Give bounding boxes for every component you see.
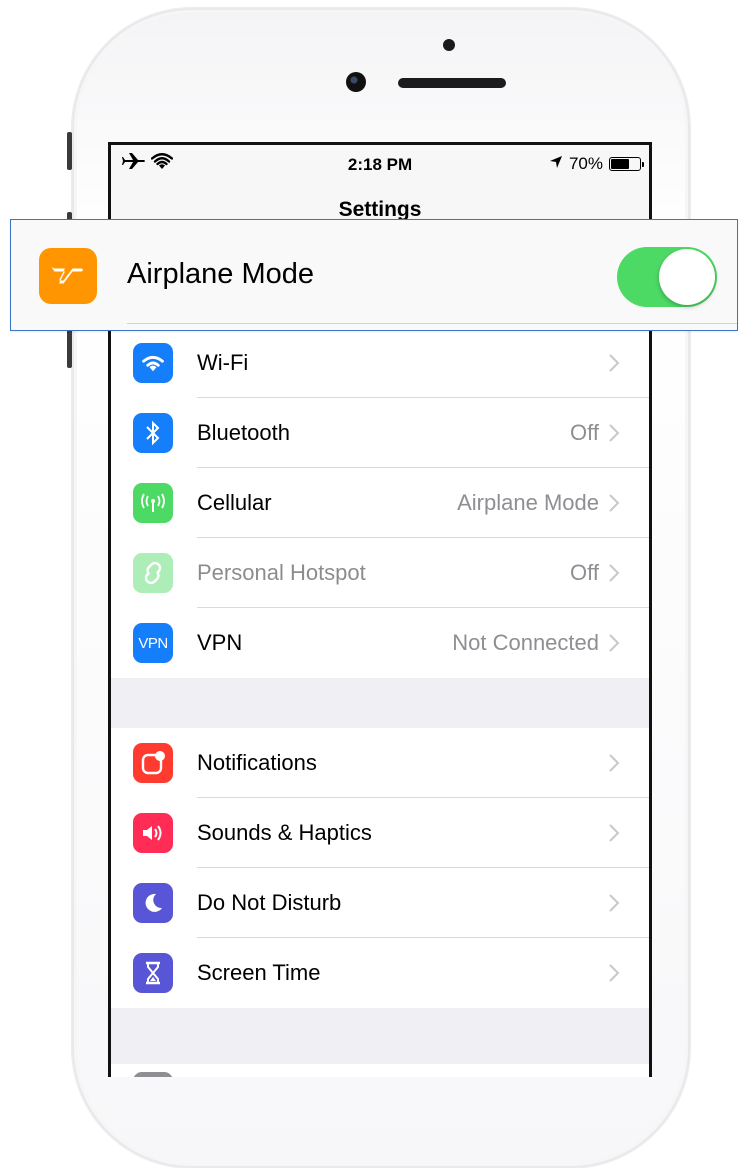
chevron-right-icon <box>609 418 627 449</box>
settings-row-sounds-haptics[interactable]: Sounds & Haptics <box>111 798 649 868</box>
chevron-right-icon <box>609 348 627 379</box>
airplane-mode-toggle[interactable] <box>617 247 717 307</box>
row-value: Not Connected <box>452 630 599 655</box>
chevron-right-icon <box>609 818 627 849</box>
mute-switch <box>67 132 72 170</box>
sounds-icon <box>133 813 173 853</box>
location-arrow-icon <box>549 154 563 174</box>
settings-row-vpn[interactable]: VPN VPN Not Connected <box>111 608 649 678</box>
bluetooth-icon <box>133 413 173 453</box>
row-value: Off <box>570 560 599 585</box>
earpiece-speaker <box>398 78 506 88</box>
row-label: Bluetooth <box>197 420 290 445</box>
row-label: Personal Hotspot <box>197 560 366 585</box>
cellular-icon <box>133 483 173 523</box>
row-label: Notifications <box>197 750 317 775</box>
battery-percent: 70% <box>568 154 603 173</box>
battery-fill <box>611 159 630 169</box>
airplane-mode-row[interactable]: Airplane Mode <box>10 219 738 331</box>
front-camera <box>346 72 366 92</box>
status-right: 70% <box>549 154 644 174</box>
row-label: Screen Time <box>197 960 321 985</box>
chevron-right-icon <box>609 628 627 659</box>
vpn-icon: VPN <box>133 623 173 663</box>
proximity-sensor <box>443 39 455 51</box>
settings-row-bluetooth[interactable]: Bluetooth Off <box>111 398 649 468</box>
settings-row-wi-fi[interactable]: Wi-Fi <box>111 328 649 398</box>
settings-row-notifications[interactable]: Notifications <box>111 728 649 798</box>
row-value: Airplane Mode <box>457 490 599 515</box>
row-value: Off <box>570 420 599 445</box>
airplane-mode-label: Airplane Mode <box>127 258 314 290</box>
page-title: Settings <box>111 183 649 223</box>
settings-row-screen-time[interactable]: Screen Time <box>111 938 649 1008</box>
notifications-group: Notifications Sounds & Haptics Do Not Dist… <box>111 728 649 1008</box>
chevron-right-icon <box>609 888 627 919</box>
wifi-icon <box>133 343 173 383</box>
row-label: Wi-Fi <box>197 350 249 375</box>
battery-icon <box>609 157 644 171</box>
row-label: Do Not Disturb <box>197 890 342 915</box>
row-label: Cellular <box>197 490 272 515</box>
row-label: Sounds & Haptics <box>197 820 372 845</box>
chevron-right-icon <box>609 958 627 989</box>
settings-row-do-not-disturb[interactable]: Do Not Disturb <box>111 868 649 938</box>
hourglass-icon <box>133 953 173 993</box>
settings-row-cellular[interactable]: Cellular Airplane Mode <box>111 468 649 538</box>
settings-row-personal-hotspot[interactable]: Personal Hotspot Off <box>111 538 649 608</box>
notifications-icon <box>133 743 173 783</box>
status-bar: 2:18 PM 70% <box>111 145 649 183</box>
moon-icon <box>133 883 173 923</box>
chevron-right-icon <box>609 748 627 779</box>
hotspot-icon <box>133 553 173 593</box>
chevron-right-icon <box>609 488 627 519</box>
row-label: VPN <box>197 630 243 655</box>
chevron-right-icon <box>609 558 627 589</box>
airplane-icon <box>39 248 97 304</box>
general-group <box>111 1064 649 1077</box>
general-icon <box>133 1072 173 1077</box>
row-separator <box>127 323 737 324</box>
toggle-knob <box>659 249 715 305</box>
connectivity-group: Wi-Fi Bluetooth Off Cellular Airplane Mode Pe… <box>111 328 649 678</box>
